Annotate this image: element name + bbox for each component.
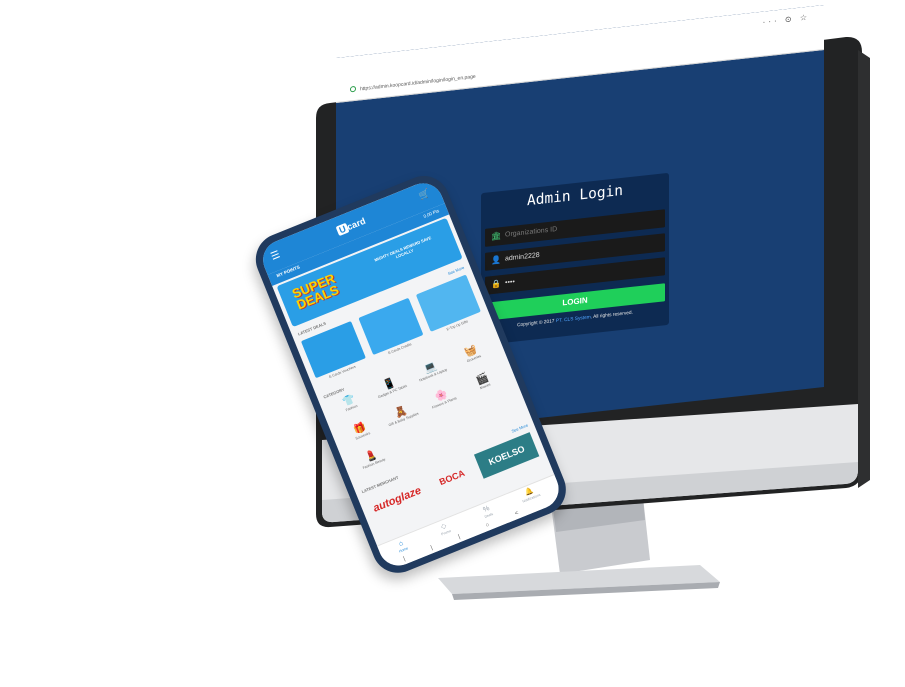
- company-link[interactable]: PT. CLS System: [556, 315, 591, 324]
- category-item[interactable]: 🧸 Gift & Baby Supplies: [380, 400, 423, 429]
- copyright-suffix: All rights reserved.: [593, 310, 633, 321]
- category-item[interactable]: 🧺 Groceries: [451, 339, 494, 368]
- star-icon[interactable]: ☆: [800, 13, 810, 23]
- user-icon: 👤: [491, 255, 501, 266]
- copyright-prefix: Copyright © 2017: [517, 319, 555, 329]
- category-item[interactable]: 🌸 Flowers & Plants: [421, 383, 464, 412]
- hamburger-menu-icon[interactable]: ☰: [269, 249, 281, 263]
- lock-icon: 🔒: [491, 279, 501, 290]
- banner-title: SUPER DEALS: [289, 270, 341, 313]
- page-title: Admin Login: [526, 182, 624, 210]
- category-item[interactable]: 💻 Notebook & Laptop: [410, 356, 453, 385]
- address-bar[interactable]: https://admin.koopcard.id/admin/login/lo…: [360, 74, 476, 93]
- points-value: 0,00 Pts: [422, 208, 440, 219]
- pocket-icon[interactable]: ⊙: [785, 14, 795, 24]
- lock-icon: [350, 85, 356, 93]
- organization-id-placeholder: Organizations ID: [505, 225, 558, 239]
- browser-actions: ··· ⊙ ☆: [763, 13, 810, 27]
- deal-card[interactable]: [415, 274, 481, 332]
- category-item[interactable]: 🎁 Souvenirs: [339, 416, 382, 445]
- login-card: Admin Login 🏛 Organizations ID 👤 admin22…: [481, 172, 669, 346]
- merchant-see-more-link[interactable]: See More: [511, 422, 529, 433]
- deals-see-more-link[interactable]: See More: [447, 265, 465, 276]
- password-value: ••••: [505, 278, 515, 287]
- merchant-logo[interactable]: KOELSO: [473, 432, 540, 479]
- cart-icon[interactable]: 🛒: [417, 188, 432, 202]
- more-icon[interactable]: ···: [763, 16, 780, 27]
- category-item[interactable]: 📱 Gadget & PC Tablet: [369, 372, 412, 401]
- category-item[interactable]: 💄 Fashion Beauty: [351, 444, 394, 473]
- bank-icon: 🏛: [491, 231, 502, 242]
- category-item[interactable]: 🎬 Movies: [462, 367, 505, 396]
- merchant-logo[interactable]: BOCA: [424, 456, 480, 499]
- username-value: admin2228: [505, 251, 540, 263]
- logo-text: card: [345, 215, 367, 233]
- deal-card[interactable]: [358, 297, 424, 356]
